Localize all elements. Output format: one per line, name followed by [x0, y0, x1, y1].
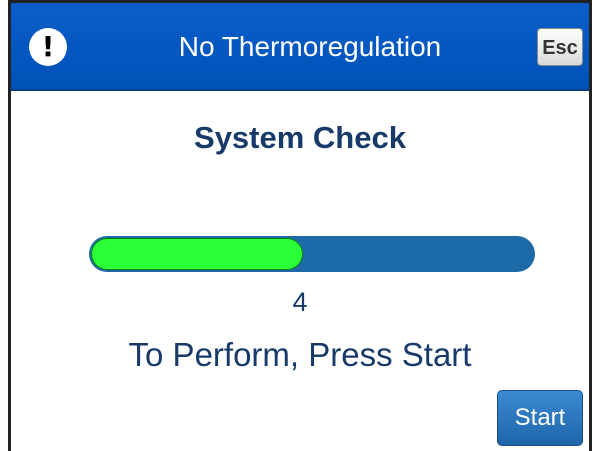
progress-value: 4	[292, 287, 308, 317]
device-screen: ! No Thermoregulation Esc System Check 4…	[0, 0, 595, 451]
esc-button[interactable]: Esc	[537, 28, 583, 66]
title-bar: ! No Thermoregulation Esc	[11, 3, 589, 91]
display-panel: ! No Thermoregulation Esc System Check 4…	[8, 0, 592, 451]
title-text: No Thermoregulation	[178, 31, 442, 62]
page-title: System Check	[194, 120, 406, 155]
progress-fill	[91, 238, 303, 270]
alert-icon: !	[29, 28, 67, 66]
start-button[interactable]: Start	[497, 390, 583, 446]
instruction-text: To Perform, Press Start	[128, 336, 472, 373]
progress-bar	[89, 236, 535, 272]
